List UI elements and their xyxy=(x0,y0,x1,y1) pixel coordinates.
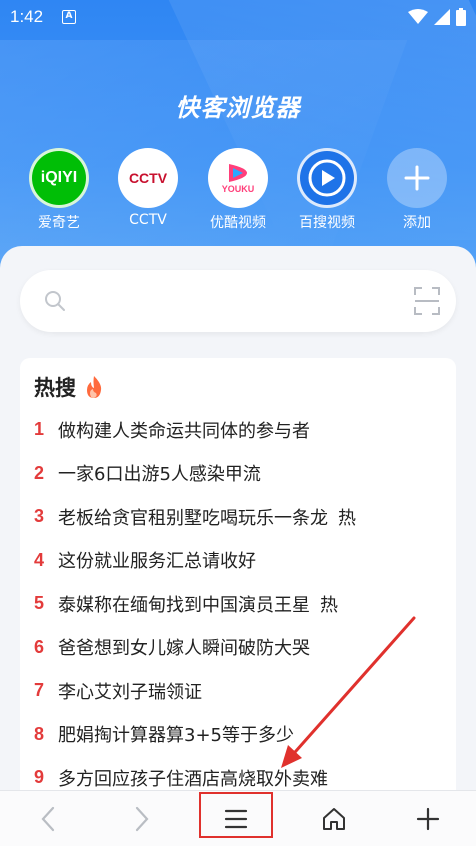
shortcut-grid: iQIYI 爱奇艺 CCTV CCTV YOUKU 优酷视频 百搜视频 添加 xyxy=(0,148,476,231)
status-time: 1:42 xyxy=(10,7,44,26)
play-icon xyxy=(297,148,357,208)
hot-item-2[interactable]: 2 一家6口出游5人感染甲流 xyxy=(34,452,454,496)
forward-arrow-icon xyxy=(135,806,149,832)
new-tab-button[interactable] xyxy=(390,791,466,846)
shortcut-label: 优酷视频 xyxy=(210,215,266,231)
hot-item-3[interactable]: 3 老板给贪官租别墅吃喝玩乐一条龙热 xyxy=(34,495,454,539)
shortcut-label: 爱奇艺 xyxy=(38,215,80,231)
back-button[interactable] xyxy=(10,791,86,846)
shortcut-cctv[interactable]: CCTV CCTV xyxy=(108,148,188,228)
status-bar: 1:42 A xyxy=(0,0,476,34)
shortcut-label: 百搜视频 xyxy=(299,215,355,231)
shortcut-label: CCTV xyxy=(129,212,167,228)
hot-item-5[interactable]: 5 泰媒称在缅甸找到中国演员王星热 xyxy=(34,582,454,626)
hot-text: 老板给贪官租别墅吃喝玩乐一条龙 xyxy=(58,507,328,529)
wifi-icon xyxy=(408,9,428,24)
hot-rank: 4 xyxy=(34,549,45,570)
hot-item-8[interactable]: 8 肥娟掏计算器算3+5等于多少 xyxy=(34,713,454,757)
youku-logo-icon: YOUKU xyxy=(208,148,268,208)
hot-text: 这份就业服务汇总请收好 xyxy=(58,551,256,573)
hot-rank: 5 xyxy=(34,593,45,614)
plus-icon xyxy=(416,807,440,831)
cctv-logo-icon: CCTV xyxy=(118,148,178,208)
a-box-icon: A xyxy=(62,10,76,24)
hot-search-title: 热搜 xyxy=(34,376,76,400)
hot-text: 做构建人类命运共同体的参与者 xyxy=(58,420,310,442)
shortcut-add[interactable]: 添加 xyxy=(377,148,457,232)
hot-tag: 热 xyxy=(320,594,338,616)
shortcut-label: 添加 xyxy=(403,215,431,231)
hot-item-7[interactable]: 7 李心艾刘子瑞领证 xyxy=(34,669,454,713)
flame-icon xyxy=(87,376,102,398)
app-title: 快客浏览器 xyxy=(175,94,301,122)
battery-icon xyxy=(456,8,466,26)
iqiyi-logo-icon: iQIYI xyxy=(29,148,89,208)
shortcut-youku[interactable]: YOUKU 优酷视频 xyxy=(198,148,278,232)
hot-rank: 3 xyxy=(34,506,45,527)
hot-text: 一家6口出游5人感染甲流 xyxy=(58,464,261,486)
home-button[interactable] xyxy=(296,791,372,846)
back-arrow-icon xyxy=(41,806,55,832)
hot-text: 爸爸想到女儿嫁人瞬间破防大哭 xyxy=(58,638,310,660)
search-icon[interactable] xyxy=(44,290,66,312)
hot-rank: 8 xyxy=(34,723,45,744)
hot-item-1[interactable]: 1 做构建人类命运共同体的参与者 xyxy=(34,408,454,452)
shortcut-iqiyi[interactable]: iQIYI 爱奇艺 xyxy=(19,148,99,232)
hot-rank: 7 xyxy=(34,680,45,701)
home-icon xyxy=(323,808,345,830)
hot-text: 肥娟掏计算器算3+5等于多少 xyxy=(58,725,294,747)
hot-text: 李心艾刘子瑞领证 xyxy=(58,681,202,703)
hot-item-4[interactable]: 4 这份就业服务汇总请收好 xyxy=(34,539,454,583)
hot-text: 多方回应孩子住酒店高烧取外卖难 xyxy=(58,768,328,790)
forward-button[interactable] xyxy=(104,791,180,846)
hot-rank: 2 xyxy=(34,462,45,483)
plus-icon xyxy=(387,148,447,208)
menu-highlight-box xyxy=(199,792,273,838)
hot-item-6[interactable]: 6 爸爸想到女儿嫁人瞬间破防大哭 xyxy=(34,626,454,670)
signal-icon xyxy=(434,9,450,25)
hot-search-panel: 热搜 1 做构建人类命运共同体的参与者 2 一家6口出游5人感染甲流 3 老板给贪官租… xyxy=(20,358,456,806)
shortcut-baisou[interactable]: 百搜视频 xyxy=(287,148,367,232)
hot-tag: 热 xyxy=(338,507,356,529)
scan-icon[interactable] xyxy=(414,287,440,315)
hot-rank: 1 xyxy=(34,419,45,440)
search-bar[interactable] xyxy=(20,270,456,332)
hot-rank: 6 xyxy=(34,636,45,657)
hot-rank: 9 xyxy=(34,767,45,788)
hot-text: 泰媒称在缅甸找到中国演员王星 xyxy=(58,594,310,616)
hot-search-list: 1 做构建人类命运共同体的参与者 2 一家6口出游5人感染甲流 3 老板给贪官租别墅吃… xyxy=(34,408,454,800)
